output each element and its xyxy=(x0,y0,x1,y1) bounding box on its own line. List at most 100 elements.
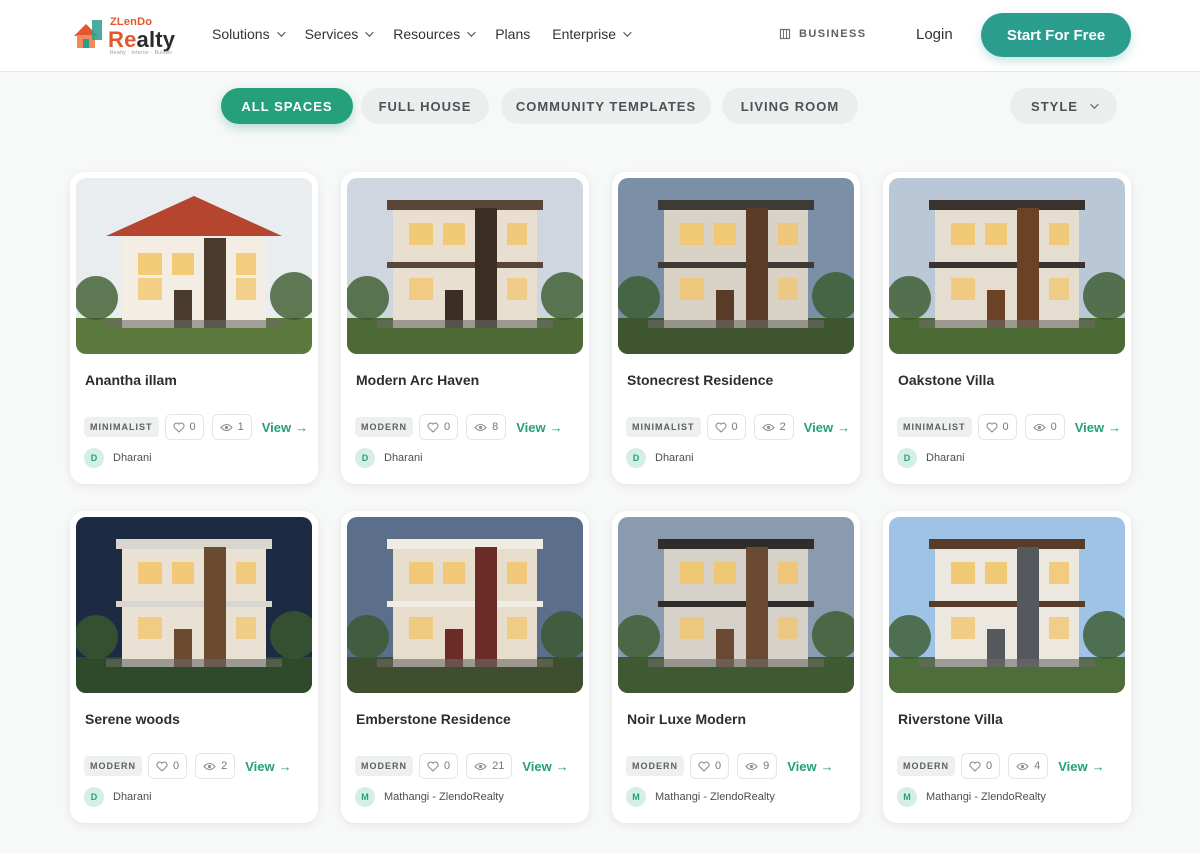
nav-plans[interactable]: Plans xyxy=(495,26,530,42)
author-row: M Mathangi - ZlendoRealty xyxy=(355,787,504,807)
view-count: 2 xyxy=(779,421,786,433)
author-avatar: D xyxy=(626,448,646,468)
space-meta: MODERN 0 9 View → xyxy=(626,753,834,779)
space-card[interactable]: Anantha illam MINIMALIST 0 1 View → D Dha… xyxy=(70,172,318,484)
view-label: View xyxy=(787,758,817,774)
like-stat[interactable]: 0 xyxy=(961,753,1001,779)
business-link[interactable]: BUSINESS xyxy=(779,28,866,40)
space-meta: MINIMALIST 0 0 View → xyxy=(897,414,1121,440)
view-link[interactable]: View → xyxy=(245,759,291,774)
author-avatar: M xyxy=(355,787,375,807)
view-link[interactable]: View → xyxy=(516,420,562,435)
arrow-right-icon: → xyxy=(837,419,851,435)
space-thumbnail[interactable] xyxy=(347,517,583,693)
house-render-image xyxy=(76,178,312,354)
heart-icon xyxy=(714,422,727,433)
view-label: View xyxy=(245,758,275,774)
like-stat[interactable]: 0 xyxy=(977,414,1017,440)
nav-resources[interactable]: Resources xyxy=(393,26,476,42)
eye-icon xyxy=(1032,423,1046,431)
nav-solutions-label: Solutions xyxy=(212,26,270,42)
start-free-button[interactable]: Start For Free xyxy=(981,13,1131,57)
like-count: 0 xyxy=(1002,421,1009,433)
view-link[interactable]: View → xyxy=(787,759,833,774)
arrow-right-icon: → xyxy=(278,758,292,774)
space-meta: MODERN 0 4 View → xyxy=(897,753,1105,779)
style-dropdown[interactable]: STYLE xyxy=(1010,88,1117,124)
house-render-image xyxy=(618,178,854,354)
space-card[interactable]: Modern Arc Haven MODERN 0 8 View → D Dhar… xyxy=(341,172,589,484)
eye-icon xyxy=(474,762,487,770)
like-stat[interactable]: 0 xyxy=(148,753,188,779)
chevron-down-icon xyxy=(1090,100,1099,109)
space-title: Emberstone Residence xyxy=(356,711,511,727)
like-count: 0 xyxy=(444,421,451,433)
view-link[interactable]: View → xyxy=(1058,759,1104,774)
heart-icon xyxy=(985,422,998,433)
space-title: Anantha illam xyxy=(85,372,177,388)
view-link[interactable]: View → xyxy=(804,420,850,435)
like-stat[interactable]: 0 xyxy=(164,414,204,440)
space-thumbnail[interactable] xyxy=(347,178,583,354)
like-count: 0 xyxy=(986,760,993,772)
view-link[interactable]: View → xyxy=(1075,420,1121,435)
nav-plans-label: Plans xyxy=(495,26,531,42)
space-card[interactable]: Noir Luxe Modern MODERN 0 9 View → M Math… xyxy=(612,511,860,823)
author-name: Mathangi - ZlendoRealty xyxy=(655,791,775,803)
space-thumbnail[interactable] xyxy=(76,517,312,693)
house-render-image xyxy=(347,517,583,693)
business-label: BUSINESS xyxy=(799,28,867,40)
nav-solutions[interactable]: Solutions xyxy=(212,26,286,42)
eye-icon xyxy=(219,423,233,431)
like-stat[interactable]: 0 xyxy=(419,753,459,779)
space-card[interactable]: Riverstone Villa MODERN 0 4 View → M Math… xyxy=(883,511,1131,823)
space-title: Riverstone Villa xyxy=(898,711,1003,727)
brand-name-b: alty xyxy=(136,27,176,52)
space-thumbnail[interactable] xyxy=(618,178,854,354)
arrow-right-icon: → xyxy=(1108,419,1122,435)
filter-community-templates[interactable]: COMMUNITY TEMPLATES xyxy=(501,88,711,124)
space-card[interactable]: Emberstone Residence MODERN 0 21 View → M… xyxy=(341,511,589,823)
author-avatar: M xyxy=(626,787,646,807)
space-card[interactable]: Oakstone Villa MINIMALIST 0 0 View → D Dh… xyxy=(883,172,1131,484)
house-render-image xyxy=(889,517,1125,693)
space-thumbnail[interactable] xyxy=(76,178,312,354)
space-meta: MODERN 0 8 View → xyxy=(355,414,563,440)
author-avatar: M xyxy=(897,787,917,807)
like-stat[interactable]: 0 xyxy=(419,414,459,440)
space-meta: MINIMALIST 0 1 View → xyxy=(84,414,308,440)
like-stat[interactable]: 0 xyxy=(706,414,746,440)
house-logo-icon xyxy=(74,20,102,48)
view-count: 8 xyxy=(492,421,499,433)
author-row: M Mathangi - ZlendoRealty xyxy=(626,787,775,807)
space-meta: MODERN 0 21 View → xyxy=(355,753,569,779)
filter-all-spaces[interactable]: ALL SPACES xyxy=(221,88,353,124)
view-stat: 2 xyxy=(753,414,794,440)
space-title: Modern Arc Haven xyxy=(356,372,480,388)
view-label: View xyxy=(516,419,546,435)
view-label: View xyxy=(261,419,292,435)
brand-logo[interactable]: ZLenDo Realty Realty · Interior · Builde… xyxy=(72,14,176,58)
login-link[interactable]: Login xyxy=(916,26,953,43)
nav-services[interactable]: Services xyxy=(305,26,374,42)
nav-enterprise[interactable]: Enterprise xyxy=(552,26,632,42)
heart-icon xyxy=(427,761,439,772)
like-stat[interactable]: 0 xyxy=(690,753,730,779)
author-row: M Mathangi - ZlendoRealty xyxy=(897,787,1046,807)
space-card[interactable]: Stonecrest Residence MINIMALIST 0 2 View… xyxy=(612,172,860,484)
view-link[interactable]: View → xyxy=(522,759,568,774)
filter-living-room[interactable]: LIVING ROOM xyxy=(722,88,858,124)
space-thumbnail[interactable] xyxy=(889,517,1125,693)
space-card[interactable]: Serene woods MODERN 0 2 View → D Dharani xyxy=(70,511,318,823)
space-thumbnail[interactable] xyxy=(618,517,854,693)
eye-icon xyxy=(745,762,758,770)
space-title: Serene woods xyxy=(85,711,180,727)
view-label: View xyxy=(803,419,834,435)
eye-icon xyxy=(761,423,775,431)
nav-resources-label: Resources xyxy=(393,26,461,42)
view-stat: 8 xyxy=(466,414,507,440)
view-link[interactable]: View → xyxy=(262,420,308,435)
space-thumbnail[interactable] xyxy=(889,178,1125,354)
filter-full-house[interactable]: FULL HOUSE xyxy=(361,88,489,124)
arrow-right-icon: → xyxy=(555,758,569,774)
